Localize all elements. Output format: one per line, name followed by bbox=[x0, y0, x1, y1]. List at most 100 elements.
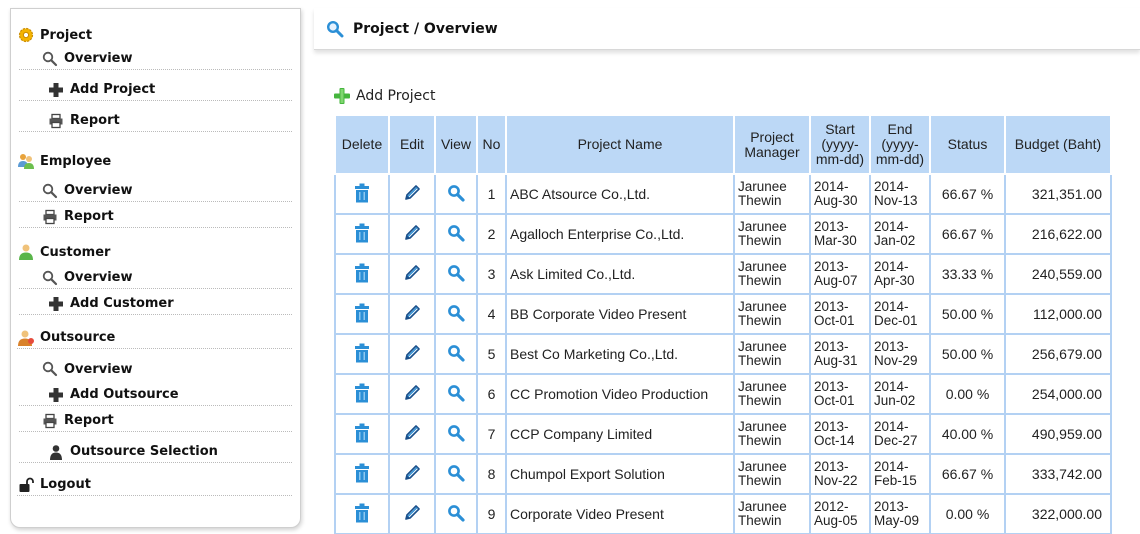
delete-button[interactable] bbox=[354, 503, 370, 523]
date-line: Oct-01 bbox=[814, 313, 855, 328]
view-button[interactable] bbox=[447, 304, 465, 322]
pencil-icon bbox=[405, 264, 420, 280]
delete-button[interactable] bbox=[354, 303, 370, 323]
date-line: Apr-30 bbox=[874, 273, 915, 288]
edit-cell bbox=[388, 373, 436, 415]
start-date: 2013- Mar-30 bbox=[809, 213, 871, 255]
col-header-text: (yyyy- bbox=[881, 136, 919, 152]
col-header-end: End (yyyy- mm-dd) bbox=[869, 114, 931, 175]
project-name: CCP Company Limited bbox=[505, 413, 735, 455]
printer-icon bbox=[41, 412, 59, 430]
sidebar-item-outsource-overview[interactable]: Overview bbox=[19, 358, 292, 380]
date-line: Oct-01 bbox=[814, 393, 855, 408]
delete-cell bbox=[334, 293, 390, 335]
sidebar-item-employee-report[interactable]: Report bbox=[19, 206, 292, 228]
plus-green-icon bbox=[333, 87, 351, 105]
sidebar-item-add-project[interactable]: Add Project bbox=[19, 79, 292, 101]
status-value: 50.00 % bbox=[929, 293, 1006, 335]
row-number: 5 bbox=[476, 333, 507, 375]
view-cell bbox=[434, 213, 478, 255]
delete-button[interactable] bbox=[354, 223, 370, 243]
project-manager: Jarunee Thewin bbox=[733, 373, 811, 415]
delete-cell bbox=[334, 493, 390, 534]
delete-button[interactable] bbox=[354, 383, 370, 403]
date-line: 2014- bbox=[874, 259, 909, 274]
delete-cell bbox=[334, 253, 390, 295]
sidebar-item-project-report[interactable]: Report bbox=[19, 110, 292, 132]
view-button[interactable] bbox=[447, 424, 465, 442]
view-button[interactable] bbox=[447, 464, 465, 482]
view-button[interactable] bbox=[447, 224, 465, 242]
edit-button[interactable] bbox=[403, 264, 421, 282]
date-line: Aug-31 bbox=[814, 353, 858, 368]
sidebar-item-project-overview[interactable]: Overview bbox=[19, 48, 292, 70]
delete-button[interactable] bbox=[354, 183, 370, 203]
manager-line: Jarunee bbox=[738, 379, 787, 394]
manager-line: Thewin bbox=[738, 513, 782, 528]
col-header-text: mm-dd) bbox=[815, 151, 865, 167]
add-project-button[interactable]: Add Project bbox=[333, 86, 435, 106]
manager-line: Jarunee bbox=[738, 339, 787, 354]
delete-button[interactable] bbox=[354, 463, 370, 483]
sidebar-item-label: Add Customer bbox=[70, 296, 174, 311]
project-manager: Jarunee Thewin bbox=[733, 493, 811, 534]
sidebar-section-project[interactable]: Project bbox=[17, 24, 292, 46]
search-icon bbox=[448, 464, 465, 482]
pencil-icon bbox=[405, 424, 420, 440]
view-button[interactable] bbox=[447, 264, 465, 282]
pencil-icon bbox=[405, 224, 420, 240]
budget-value: 321,351.00 bbox=[1004, 173, 1112, 215]
person-green-icon bbox=[17, 243, 35, 261]
manager-line: Jarunee bbox=[738, 299, 787, 314]
sidebar-section-outsource[interactable]: Outsource bbox=[17, 327, 292, 349]
col-header-project-name: Project Name bbox=[505, 114, 735, 175]
edit-button[interactable] bbox=[403, 304, 421, 322]
sidebar-section-employee[interactable]: Employee bbox=[17, 150, 292, 172]
search-icon bbox=[448, 224, 465, 242]
end-date: 2014- Dec-27 bbox=[869, 413, 931, 455]
sidebar-item-customer-overview[interactable]: Overview bbox=[19, 267, 292, 289]
sidebar-item-add-customer[interactable]: Add Customer bbox=[19, 293, 292, 315]
start-date: 2013- Aug-07 bbox=[809, 253, 871, 295]
edit-button[interactable] bbox=[403, 224, 421, 242]
view-cell bbox=[434, 253, 478, 295]
edit-button[interactable] bbox=[403, 424, 421, 442]
start-date: 2014- Aug-30 bbox=[809, 173, 871, 215]
sidebar-item-outsource-report[interactable]: Report bbox=[19, 410, 292, 432]
view-button[interactable] bbox=[447, 344, 465, 362]
sidebar-item-label: Add Project bbox=[70, 82, 156, 97]
row-number: 1 bbox=[476, 173, 507, 215]
row-number: 4 bbox=[476, 293, 507, 335]
view-cell bbox=[434, 493, 478, 534]
pencil-icon bbox=[405, 504, 420, 520]
delete-button[interactable] bbox=[354, 263, 370, 283]
col-header-text: Start bbox=[825, 121, 855, 137]
sidebar-item-employee-overview[interactable]: Overview bbox=[19, 180, 292, 202]
edit-button[interactable] bbox=[403, 464, 421, 482]
pencil-icon bbox=[405, 344, 420, 360]
budget-value: 490,959.00 bbox=[1004, 413, 1112, 455]
manager-line: Jarunee bbox=[738, 219, 787, 234]
sidebar-item-add-outsource[interactable]: Add Outsource bbox=[19, 384, 292, 406]
view-button[interactable] bbox=[447, 504, 465, 522]
status-value: 66.67 % bbox=[929, 453, 1006, 495]
sidebar-item-label: Outsource Selection bbox=[70, 444, 218, 459]
row-number: 2 bbox=[476, 213, 507, 255]
sidebar-item-logout[interactable]: Logout bbox=[17, 474, 292, 496]
edit-button[interactable] bbox=[403, 184, 421, 202]
date-line: Jun-02 bbox=[874, 393, 916, 408]
date-line: Aug-07 bbox=[814, 273, 858, 288]
view-button[interactable] bbox=[447, 184, 465, 202]
date-line: Dec-27 bbox=[874, 433, 918, 448]
sidebar-section-customer[interactable]: Customer bbox=[17, 241, 292, 263]
date-line: 2013- bbox=[814, 379, 849, 394]
delete-button[interactable] bbox=[354, 423, 370, 443]
view-button[interactable] bbox=[447, 384, 465, 402]
date-line: Feb-15 bbox=[874, 473, 917, 488]
edit-button[interactable] bbox=[403, 344, 421, 362]
sidebar-item-outsource-selection[interactable]: Outsource Selection bbox=[19, 441, 292, 463]
edit-button[interactable] bbox=[403, 384, 421, 402]
delete-button[interactable] bbox=[354, 343, 370, 363]
project-name: ABC Atsource Co.,Ltd. bbox=[505, 173, 735, 215]
edit-button[interactable] bbox=[403, 504, 421, 522]
